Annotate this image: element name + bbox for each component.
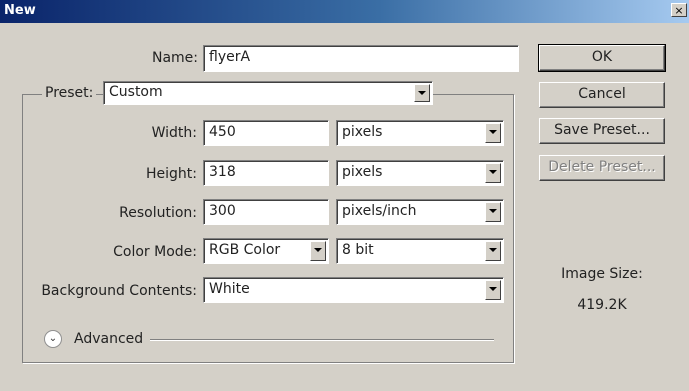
advanced-divider bbox=[150, 339, 494, 340]
color-mode-value: RGB Color bbox=[209, 242, 281, 258]
chevron-down-icon[interactable] bbox=[310, 241, 326, 261]
width-unit-select[interactable]: pixels bbox=[336, 120, 504, 146]
cancel-button[interactable]: Cancel bbox=[539, 82, 665, 108]
preset-value: Custom bbox=[109, 84, 163, 100]
background-contents-label: Background Contents: bbox=[41, 283, 197, 299]
resolution-unit-value: pixels/inch bbox=[342, 203, 417, 219]
preset-label: Preset: bbox=[42, 85, 97, 101]
image-size-label: Image Size: bbox=[561, 266, 643, 282]
save-preset-button[interactable]: Save Preset... bbox=[539, 118, 665, 144]
ok-button[interactable]: OK bbox=[538, 44, 666, 72]
chevron-down-icon[interactable] bbox=[485, 163, 501, 183]
bit-depth-select[interactable]: 8 bit bbox=[336, 238, 504, 264]
color-mode-label: Color Mode: bbox=[113, 244, 197, 260]
resolution-unit-select[interactable]: pixels/inch bbox=[336, 199, 504, 225]
close-button[interactable]: × bbox=[671, 3, 687, 17]
window-title: New bbox=[4, 3, 36, 18]
delete-preset-button[interactable]: Delete Preset... bbox=[539, 155, 665, 181]
preset-select[interactable]: Custom bbox=[103, 81, 433, 105]
width-unit-value: pixels bbox=[342, 124, 383, 140]
name-input[interactable]: flyerA bbox=[203, 45, 519, 72]
chevron-down-icon[interactable] bbox=[414, 84, 430, 102]
height-unit-select[interactable]: pixels bbox=[336, 160, 504, 186]
width-input[interactable]: 450 bbox=[203, 120, 329, 146]
bit-depth-value: 8 bit bbox=[342, 242, 374, 258]
chevron-down-icon[interactable] bbox=[485, 241, 501, 261]
image-size-value: 419.2K bbox=[577, 297, 627, 313]
name-label: Name: bbox=[151, 50, 198, 66]
title-bar: New × bbox=[0, 0, 689, 23]
advanced-toggle-icon[interactable]: ⌄ bbox=[44, 330, 62, 348]
width-label: Width: bbox=[151, 125, 197, 141]
resolution-label: Resolution: bbox=[119, 205, 197, 221]
chevron-down-icon[interactable] bbox=[485, 123, 501, 143]
height-unit-value: pixels bbox=[342, 164, 383, 180]
height-label: Height: bbox=[146, 166, 197, 182]
height-input[interactable]: 318 bbox=[203, 160, 329, 186]
chevron-down-icon[interactable] bbox=[485, 202, 501, 222]
background-contents-select[interactable]: White bbox=[203, 277, 504, 303]
color-mode-select[interactable]: RGB Color bbox=[203, 238, 329, 264]
resolution-input[interactable]: 300 bbox=[203, 199, 329, 225]
background-contents-value: White bbox=[209, 281, 250, 297]
advanced-label[interactable]: Advanced bbox=[74, 331, 143, 347]
chevron-down-icon[interactable] bbox=[485, 280, 501, 300]
